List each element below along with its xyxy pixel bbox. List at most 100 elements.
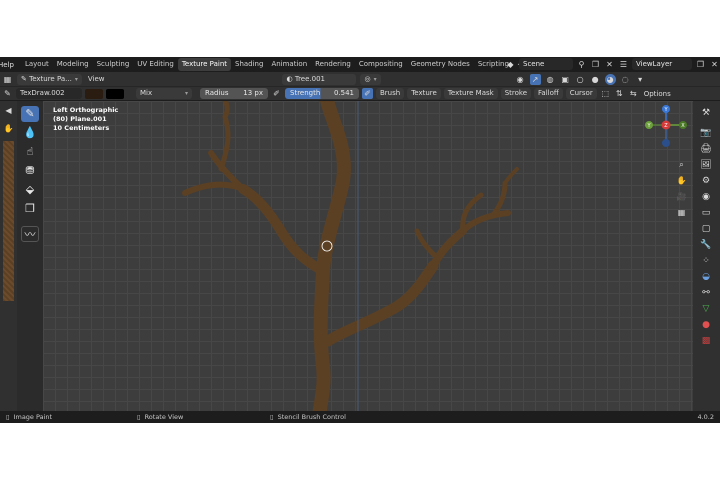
draw-tool-icon[interactable]: ✎ bbox=[21, 106, 39, 122]
shading-options-icon[interactable]: ▾ bbox=[635, 74, 646, 85]
xray-icon[interactable]: ▣ bbox=[560, 74, 571, 85]
mirror-y-icon[interactable]: ⇅ bbox=[614, 88, 625, 99]
tab-shading[interactable]: Shading bbox=[231, 58, 267, 71]
material-properties-icon[interactable]: ● bbox=[699, 319, 713, 331]
falloff-menu[interactable]: Falloff bbox=[534, 88, 563, 99]
mode-dropdown[interactable]: ✎ Texture Pa... ▾ bbox=[17, 73, 82, 85]
strength-slider[interactable]: Strength 0.541 bbox=[285, 88, 359, 99]
toolbar-toggle-icon[interactable]: ◀ bbox=[3, 105, 14, 116]
texture-preview-strip bbox=[3, 141, 14, 301]
viewport-header: ▦ ✎ Texture Pa... ▾ View ◐ Tree.001 ◎ ▾ ◉ … bbox=[0, 72, 720, 86]
blender-window: Help Layout Modeling Sculpting UV Editin… bbox=[0, 57, 720, 423]
camera-icon[interactable]: 🎥 bbox=[676, 191, 687, 202]
blend-mode-dropdown[interactable]: Mix ▾ bbox=[136, 88, 192, 99]
mirror-z-icon[interactable]: ⇆ bbox=[628, 88, 639, 99]
constraints-properties-icon[interactable]: ⚯ bbox=[699, 287, 713, 299]
chevron-down-icon: ▾ bbox=[74, 75, 78, 83]
output-properties-icon[interactable]: 🖨 bbox=[699, 143, 713, 155]
scene-icon[interactable]: ◆ bbox=[505, 59, 516, 70]
viewport-shading-dropdown[interactable]: ◎ ▾ bbox=[360, 73, 381, 85]
material-shading-icon[interactable]: ◕ bbox=[604, 73, 616, 85]
gizmo-center-label: Z bbox=[664, 123, 668, 129]
clone-tool-icon[interactable]: ⛃ bbox=[21, 163, 39, 179]
options-menu[interactable]: Options bbox=[642, 90, 673, 98]
scene-properties-icon[interactable]: ⚙ bbox=[699, 175, 713, 187]
navigation-gizmo[interactable]: Y Y X Z bbox=[641, 103, 691, 153]
overlays-icon[interactable]: ◍ bbox=[545, 74, 556, 85]
secondary-color-swatch[interactable] bbox=[106, 88, 124, 99]
smear-tool-icon[interactable]: ☝ bbox=[21, 144, 39, 160]
new-view-layer-icon[interactable]: ❐ bbox=[695, 59, 706, 70]
left-twig-low bbox=[182, 181, 246, 196]
delete-scene-icon[interactable]: ✕ bbox=[604, 59, 615, 70]
help-menu[interactable]: Help bbox=[0, 61, 17, 69]
right-branch bbox=[322, 260, 439, 347]
soften-tool-icon[interactable]: 💧 bbox=[21, 125, 39, 141]
texture-mask-menu[interactable]: Texture Mask bbox=[443, 88, 498, 99]
tab-modeling[interactable]: Modeling bbox=[53, 58, 93, 71]
object-properties-icon[interactable]: ▢ bbox=[699, 223, 713, 235]
chevron-down-icon: ▾ bbox=[184, 90, 188, 97]
tab-texture-paint[interactable]: Texture Paint bbox=[177, 58, 231, 71]
wireframe-shading-icon[interactable]: ○ bbox=[575, 74, 586, 85]
physics-properties-icon[interactable]: ◒ bbox=[699, 271, 713, 283]
view-layer-icon[interactable]: ☰ bbox=[618, 59, 629, 70]
strength-pressure-icon[interactable]: ✐ bbox=[362, 88, 373, 99]
3d-viewport[interactable]: Left Orthographic (80) Plane.001 10 Cent… bbox=[43, 101, 693, 411]
chevron-down-icon: ▾ bbox=[373, 75, 377, 83]
delete-view-layer-icon[interactable]: ✕ bbox=[709, 59, 720, 70]
tab-geometry-nodes[interactable]: Geometry Nodes bbox=[407, 58, 474, 71]
radius-label: Radius bbox=[205, 89, 229, 97]
view-layer-properties-icon[interactable]: 🖼 bbox=[699, 159, 713, 171]
tab-compositing[interactable]: Compositing bbox=[355, 58, 407, 71]
properties-tabs: ⚒ 📷 🖨 🖼 ⚙ ◉ ▭ ▢ 🔧 ⁘ ◒ ⚯ ▽ ● ▩ bbox=[693, 101, 720, 411]
annotate-tool-icon[interactable]: 〰 bbox=[21, 226, 39, 242]
pan-icon[interactable]: ✋ bbox=[676, 175, 687, 186]
solid-shading-icon[interactable]: ● bbox=[590, 74, 601, 85]
tab-rendering[interactable]: Rendering bbox=[311, 58, 355, 71]
view-layer-field[interactable]: ViewLayer bbox=[632, 58, 692, 70]
data-properties-icon[interactable]: ▽ bbox=[699, 303, 713, 315]
pin-icon[interactable]: ⚲ bbox=[576, 59, 587, 70]
tool-properties-icon[interactable]: ⚒ bbox=[699, 107, 713, 119]
gizmo-toggle-icon[interactable]: ↗ bbox=[529, 73, 541, 85]
scene-field[interactable]: Scene bbox=[519, 58, 573, 70]
modifier-properties-icon[interactable]: 🔧 bbox=[699, 239, 713, 251]
brush-name: TexDraw.002 bbox=[20, 89, 65, 97]
brush-icon: ✎ bbox=[4, 89, 11, 98]
hand-icon[interactable]: ✋ bbox=[3, 123, 14, 134]
particles-properties-icon[interactable]: ⁘ bbox=[699, 255, 713, 267]
stroke-menu[interactable]: Stroke bbox=[500, 88, 532, 99]
cursor-menu[interactable]: Cursor bbox=[565, 88, 597, 99]
grid-icon[interactable]: ▦ bbox=[676, 207, 687, 218]
brush-selector[interactable]: TexDraw.002 bbox=[16, 88, 82, 99]
tab-animation[interactable]: Animation bbox=[267, 58, 311, 71]
tab-sculpting[interactable]: Sculpting bbox=[93, 58, 134, 71]
workspace-tabs: Layout Modeling Sculpting UV Editing Tex… bbox=[21, 58, 529, 71]
gizmo-bottom-axis[interactable] bbox=[662, 139, 670, 147]
editor-type-icon[interactable]: ▦ bbox=[2, 74, 13, 85]
visibility-icon[interactable]: ◉ bbox=[515, 74, 526, 85]
view-menu[interactable]: View bbox=[86, 75, 107, 83]
view-name: Left Orthographic bbox=[53, 106, 119, 114]
world-properties-icon[interactable]: ◉ bbox=[699, 191, 713, 203]
left-twig-high bbox=[218, 114, 231, 172]
zoom-icon[interactable]: ⌕ bbox=[676, 159, 687, 170]
object-dropdown[interactable]: ◐ Tree.001 bbox=[282, 73, 357, 85]
rendered-shading-icon[interactable]: ◌ bbox=[620, 74, 631, 85]
radius-slider[interactable]: Radius 13 px bbox=[200, 88, 268, 99]
texture-properties-icon[interactable]: ▩ bbox=[699, 335, 713, 347]
mask-tool-icon[interactable]: ❐ bbox=[21, 201, 39, 217]
tab-layout[interactable]: Layout bbox=[21, 58, 53, 71]
fill-tool-icon[interactable]: ⬙ bbox=[21, 182, 39, 198]
tab-uv-editing[interactable]: UV Editing bbox=[133, 58, 178, 71]
mirror-x-icon[interactable]: ⬚ bbox=[600, 88, 611, 99]
brush-menu[interactable]: Brush bbox=[376, 88, 405, 99]
render-properties-icon[interactable]: 📷 bbox=[699, 127, 713, 139]
left-edge-panel: ◀ ✋ bbox=[0, 101, 17, 411]
texture-menu[interactable]: Texture bbox=[407, 88, 441, 99]
radius-pressure-icon[interactable]: ✐ bbox=[271, 88, 282, 99]
primary-color-swatch[interactable] bbox=[85, 88, 103, 99]
collection-properties-icon[interactable]: ▭ bbox=[699, 207, 713, 219]
new-scene-icon[interactable]: ❐ bbox=[590, 59, 601, 70]
